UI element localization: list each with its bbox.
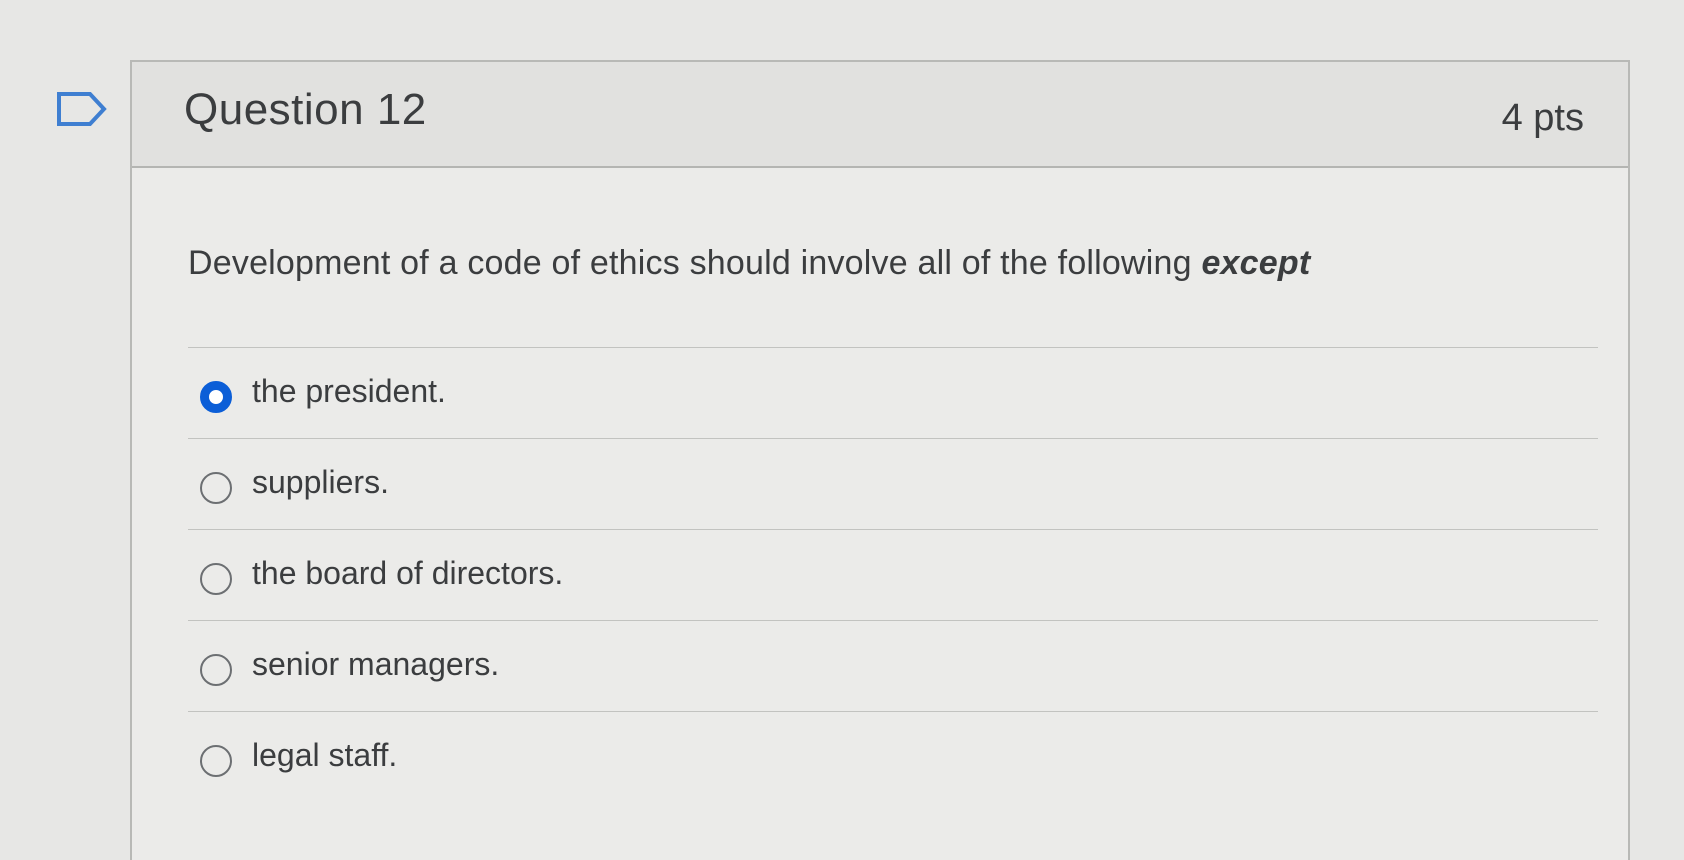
radio-unselected-icon[interactable] bbox=[200, 654, 232, 686]
answer-option[interactable]: suppliers. bbox=[188, 438, 1598, 529]
question-header: Question 12 4 pts bbox=[132, 62, 1628, 168]
radio-unselected-icon[interactable] bbox=[200, 563, 232, 595]
question-text-main: Development of a code of ethics should i… bbox=[188, 244, 1192, 282]
question-text: Development of a code of ethics should i… bbox=[188, 244, 1310, 283]
radio-selected-icon[interactable] bbox=[200, 381, 232, 413]
question-text-emphasis: except bbox=[1201, 244, 1311, 282]
question-title: Question 12 bbox=[184, 85, 427, 134]
answer-label: suppliers. bbox=[252, 463, 389, 500]
answer-option[interactable]: the board of directors. bbox=[188, 529, 1598, 620]
answer-label: senior managers. bbox=[252, 645, 500, 682]
question-points: 4 pts bbox=[1501, 96, 1584, 139]
flag-question-icon[interactable] bbox=[56, 91, 108, 127]
question-card: Question 12 4 pts Development of a code … bbox=[130, 60, 1630, 860]
answer-list: the president. suppliers. the board of d… bbox=[188, 347, 1598, 802]
answer-label: legal staff. bbox=[252, 736, 398, 773]
answer-label: the board of directors. bbox=[252, 554, 564, 591]
answer-option[interactable]: the president. bbox=[188, 347, 1598, 438]
answer-label: the president. bbox=[252, 372, 446, 409]
answer-option[interactable]: senior managers. bbox=[188, 620, 1598, 711]
answer-option[interactable]: legal staff. bbox=[188, 711, 1598, 802]
radio-unselected-icon[interactable] bbox=[200, 745, 232, 777]
radio-unselected-icon[interactable] bbox=[200, 472, 232, 504]
